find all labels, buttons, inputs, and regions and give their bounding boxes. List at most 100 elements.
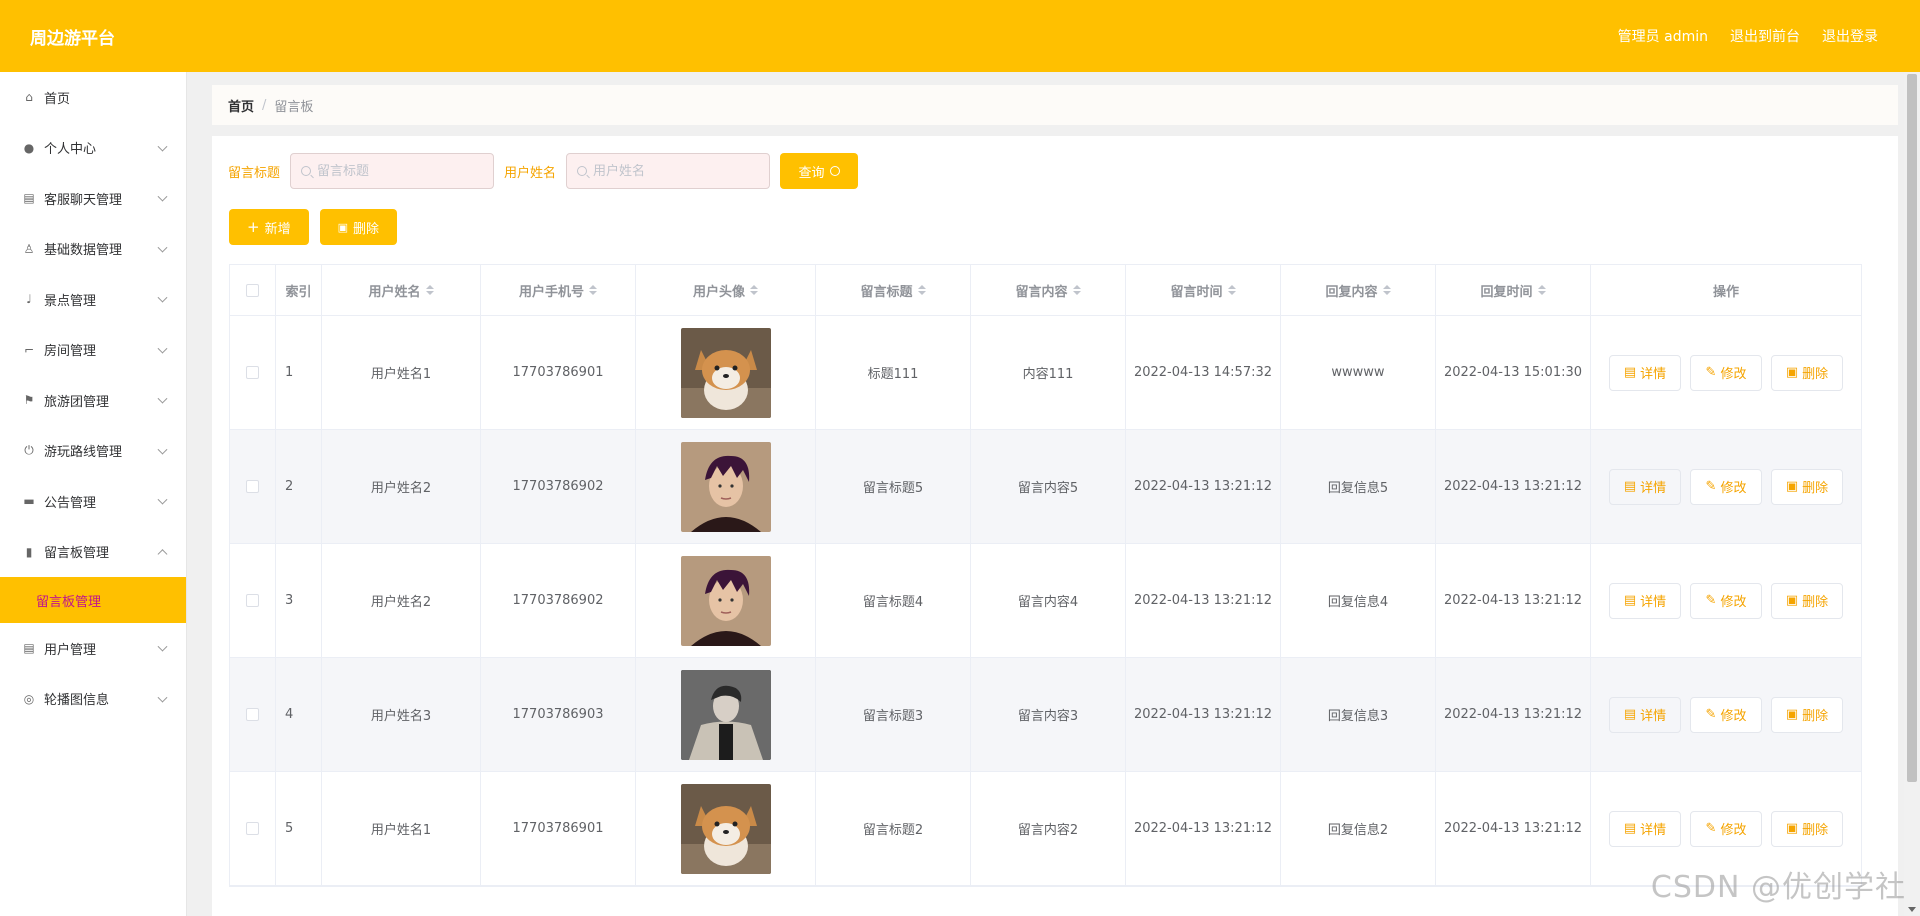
breadcrumb-separator: / — [262, 97, 267, 113]
sort-icon[interactable] — [425, 285, 434, 295]
sidebar-item-1[interactable]: ● 个人中心 — [0, 123, 186, 174]
row-checkbox[interactable] — [246, 708, 259, 721]
name-search-input[interactable] — [593, 163, 754, 179]
column-header[interactable]: 留言内容 — [971, 265, 1126, 315]
title-search-field[interactable] — [290, 153, 495, 189]
delete-button[interactable]: ▣ 删除 — [1771, 582, 1843, 619]
detail-button[interactable]: ▤ 详情 — [1609, 468, 1681, 505]
delete-button[interactable]: ▣ 删除 — [1771, 354, 1843, 391]
column-header[interactable]: 用户手机号 — [481, 265, 636, 315]
row-actions: ▤ 详情 ✎ 修改 ▣ 删除 — [1609, 582, 1843, 619]
query-button[interactable]: 查询 — [780, 153, 859, 189]
column-header[interactable]: 用户姓名 — [322, 265, 481, 315]
column-header[interactable]: 回复内容 — [1281, 265, 1436, 315]
edit-button[interactable]: ✎ 修改 — [1690, 354, 1762, 391]
user-avatar-cell — [636, 772, 816, 885]
detail-button[interactable]: ▤ 详情 — [1609, 810, 1681, 847]
add-button[interactable]: + 新增 — [229, 209, 309, 245]
delete-button[interactable]: ▣ 删除 — [1771, 468, 1843, 505]
sort-icon[interactable] — [1227, 285, 1236, 295]
scroll-down-icon[interactable] — [1908, 907, 1916, 912]
column-header: 索引 — [276, 265, 322, 315]
user-name-cell: 用户姓名3 — [322, 658, 481, 771]
avatar[interactable] — [680, 327, 771, 418]
sidebar-item-7[interactable]: ⏻ 游玩路线管理 — [0, 426, 186, 477]
clipboard-icon: ▤ — [23, 641, 35, 656]
column-header[interactable]: 用户头像 — [636, 265, 816, 315]
sort-icon[interactable] — [1072, 285, 1081, 295]
row-checkbox[interactable] — [246, 594, 259, 607]
avatar[interactable] — [680, 441, 771, 532]
column-header[interactable]: 留言时间 — [1126, 265, 1281, 315]
sidebar-item-label: 游玩路线管理 — [44, 445, 123, 461]
row-select-cell — [230, 658, 276, 771]
row-checkbox[interactable] — [246, 480, 259, 493]
avatar[interactable] — [680, 555, 771, 646]
front-link[interactable]: 退出到前台 — [1730, 26, 1800, 46]
delete-button[interactable]: ▣ 删除 — [1771, 810, 1843, 847]
vertical-scrollbar[interactable] — [1904, 72, 1920, 916]
row-checkbox[interactable] — [246, 822, 259, 835]
main-area: 首页 / 留言板 留言标题 用户姓名 查询 + 新增 — [188, 72, 1920, 916]
ticket-icon: ▮ — [25, 544, 33, 559]
delete-button[interactable]: ▣ 删除 — [1771, 696, 1843, 733]
sidebar-item-after-0[interactable]: ▤ 用户管理 — [0, 623, 186, 674]
edit-label: 修改 — [1720, 709, 1747, 724]
reply-time-cell: 2022-04-13 15:01:30 — [1436, 316, 1591, 429]
sort-icon[interactable] — [750, 285, 758, 295]
sidebar-item-0[interactable]: ⌂ 首页 — [0, 72, 186, 123]
column-header[interactable]: 回复时间 — [1436, 265, 1591, 315]
query-label: 查询 — [798, 165, 825, 181]
message-title-cell: 留言标题5 — [816, 430, 971, 543]
sort-icon[interactable] — [1537, 285, 1546, 295]
row-actions: ▤ 详情 ✎ 修改 ▣ 删除 — [1609, 354, 1843, 391]
edit-button[interactable]: ✎ 修改 — [1690, 582, 1762, 619]
crop-icon: ⌐ — [23, 342, 35, 357]
title-search-input[interactable] — [317, 163, 478, 179]
detail-button[interactable]: ▤ 详情 — [1609, 696, 1681, 733]
select-all-checkbox[interactable] — [246, 283, 259, 297]
name-search-label: 用户姓名 — [504, 165, 557, 181]
sidebar-item-4[interactable]: ♩ 景点管理 — [0, 274, 186, 325]
message-table: 索引 用户姓名 用户手机号 用户头像 留言标题 留言内容 留言时间 回复内容 回复时间 操作 1用… — [229, 264, 1862, 887]
sidebar-item-6[interactable]: ⚑ 旅游团管理 — [0, 375, 186, 426]
row-checkbox[interactable] — [246, 366, 259, 379]
logout-link[interactable]: 退出登录 — [1822, 26, 1878, 46]
batch-delete-button[interactable]: ▣ 删除 — [319, 209, 398, 245]
row-select-cell — [230, 430, 276, 543]
user-phone-cell: 17703786901 — [481, 316, 636, 429]
reply-time-cell: 2022-04-13 13:21:12 — [1436, 772, 1591, 885]
breadcrumb-home[interactable]: 首页 — [228, 96, 254, 115]
detail-button[interactable]: ▤ 详情 — [1609, 354, 1681, 391]
name-search-field[interactable] — [566, 153, 771, 189]
plus-icon: + — [247, 218, 260, 236]
sidebar-item-8[interactable]: ▬ 公告管理 — [0, 476, 186, 527]
message-time-cell: 2022-04-13 13:21:12 — [1126, 772, 1281, 885]
sidebar-item-after-1[interactable]: ◎ 轮播图信息 — [0, 674, 186, 725]
sidebar-item-9[interactable]: ▮ 留言板管理 — [0, 527, 186, 578]
document-icon: ▤ — [1623, 479, 1637, 494]
user-name-cell: 用户姓名1 — [322, 316, 481, 429]
sidebar-item-3[interactable]: ♙ 基础数据管理 — [0, 224, 186, 275]
sort-icon[interactable] — [917, 285, 926, 295]
user-avatar-cell — [636, 658, 816, 771]
column-header-label: 用户头像 — [692, 284, 745, 300]
sidebar-item-2[interactable]: ▤ 客服聊天管理 — [0, 173, 186, 224]
scrollbar-thumb[interactable] — [1907, 74, 1917, 782]
column-header[interactable]: 留言标题 — [816, 265, 971, 315]
row-index: 2 — [276, 430, 322, 543]
edit-button[interactable]: ✎ 修改 — [1690, 810, 1762, 847]
submenu-item-message-board[interactable]: 留言板管理 — [0, 577, 186, 623]
sidebar-item-5[interactable]: ⌐ 房间管理 — [0, 325, 186, 376]
person-stamp-icon: ♙ — [23, 241, 35, 256]
avatar[interactable] — [680, 783, 771, 874]
avatar[interactable] — [680, 669, 771, 760]
edit-button[interactable]: ✎ 修改 — [1690, 696, 1762, 733]
trash-icon: ▣ — [337, 220, 348, 234]
detail-button[interactable]: ▤ 详情 — [1609, 582, 1681, 619]
sort-icon[interactable] — [589, 285, 597, 295]
message-time-cell: 2022-04-13 13:21:12 — [1126, 430, 1281, 543]
sort-icon[interactable] — [1382, 285, 1391, 295]
edit-button[interactable]: ✎ 修改 — [1690, 468, 1762, 505]
message-content-cell: 留言内容4 — [971, 544, 1126, 657]
